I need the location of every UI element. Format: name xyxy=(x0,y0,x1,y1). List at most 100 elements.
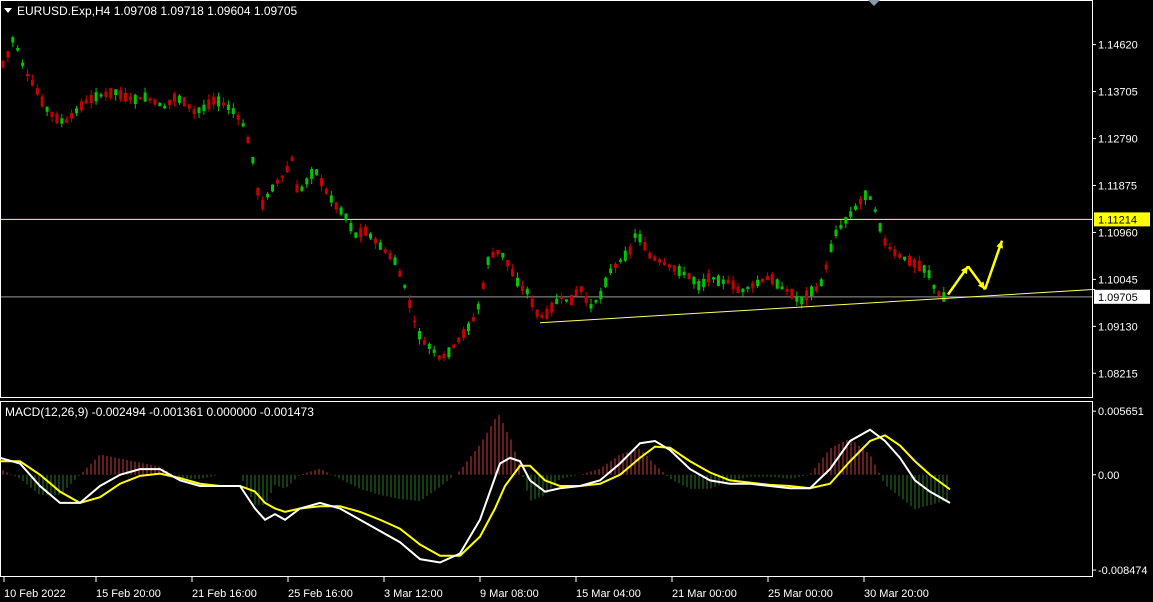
candle-body xyxy=(30,79,34,86)
candle-body xyxy=(589,304,593,309)
candle-body xyxy=(805,290,809,301)
candle-body xyxy=(814,286,818,292)
candle-body xyxy=(932,284,936,289)
candle-body xyxy=(844,217,848,224)
candle-body xyxy=(476,303,480,310)
candle-body xyxy=(716,275,720,286)
candle-body xyxy=(89,94,93,104)
candle-body xyxy=(555,298,559,304)
candle-body xyxy=(462,329,466,338)
candle-body xyxy=(839,224,843,229)
candle-body xyxy=(408,300,412,308)
candle-body xyxy=(305,178,309,185)
candle-body xyxy=(467,323,470,332)
candle-body xyxy=(614,263,617,268)
candle-body xyxy=(520,285,524,291)
candle-body xyxy=(119,90,123,100)
candle-body xyxy=(378,242,382,250)
candle-body xyxy=(40,96,44,107)
candle-body xyxy=(878,223,882,232)
candle-body xyxy=(682,271,686,276)
projection-arrow-segment[interactable] xyxy=(983,240,1004,290)
candle-body xyxy=(124,92,127,102)
candle-body xyxy=(707,273,711,283)
candle-body xyxy=(99,94,103,97)
candle-body xyxy=(290,157,294,162)
candle-body xyxy=(413,320,417,323)
time-tick-label: 15 Mar 04:00 xyxy=(576,588,641,600)
candle-body xyxy=(437,355,441,360)
candle-body xyxy=(584,295,588,303)
candle-body xyxy=(471,317,475,322)
triangle-down-icon[interactable] xyxy=(4,8,12,13)
candle-body xyxy=(917,260,921,271)
candle-body xyxy=(883,238,887,246)
candle-body xyxy=(422,340,426,345)
candle-body xyxy=(1,60,5,68)
candle-body xyxy=(45,107,49,112)
candle-body xyxy=(280,175,284,178)
candle-body xyxy=(364,226,368,236)
candle-body xyxy=(359,227,363,238)
candle-body xyxy=(927,270,931,279)
candle-body xyxy=(231,108,235,114)
candle-body xyxy=(324,189,328,194)
price-plot[interactable] xyxy=(1,35,1096,362)
candle-body xyxy=(369,233,372,239)
candle-body xyxy=(310,168,314,179)
candle-body xyxy=(765,275,769,281)
time-tick-label: 25 Feb 16:00 xyxy=(288,588,353,600)
candle-body xyxy=(746,286,750,289)
macd-plot[interactable] xyxy=(0,415,951,564)
candle-body xyxy=(246,136,250,144)
time-tick-label: 10 Feb 2022 xyxy=(4,588,66,600)
candle-body xyxy=(687,273,691,280)
candle-body xyxy=(618,259,622,262)
candle-body xyxy=(540,314,544,318)
price-tick-label: 1.10960 xyxy=(1098,227,1138,239)
candle-body xyxy=(236,114,240,120)
candle-body xyxy=(574,289,578,296)
support-trendline[interactable] xyxy=(539,288,1096,324)
candle-body xyxy=(658,259,662,263)
price-tick-label: 1.13705 xyxy=(1098,87,1138,99)
candle-body xyxy=(55,113,59,124)
arrow-head-icon xyxy=(996,240,1003,249)
candle-body xyxy=(565,299,568,302)
candle-body xyxy=(751,283,755,288)
candle-body xyxy=(663,262,666,265)
candle-body xyxy=(849,211,853,217)
macd-header: MACD(12,26,9) -0.002494 -0.001361 0.0000… xyxy=(5,405,314,419)
candle-body xyxy=(834,229,838,237)
candle-body xyxy=(104,91,108,97)
candle-body xyxy=(525,288,529,295)
candle-body xyxy=(442,354,446,359)
candle-body xyxy=(775,279,779,289)
candle-body xyxy=(545,308,549,319)
level-price-label: 1.11214 xyxy=(1098,214,1137,226)
candle-body xyxy=(217,96,221,107)
candle-body xyxy=(863,190,867,201)
candle-body xyxy=(873,209,877,212)
current-price-label: 1.09705 xyxy=(1098,292,1138,304)
candle-body xyxy=(349,223,353,232)
candle-body xyxy=(599,290,603,300)
candle-body xyxy=(579,286,583,293)
candle-body xyxy=(908,255,911,266)
candle-body xyxy=(785,288,789,292)
time-tick-label: 9 Mar 08:00 xyxy=(480,588,539,600)
candle-body xyxy=(158,102,162,107)
candle-body xyxy=(868,196,872,200)
trading-chart[interactable]: 1.14620 1.13705 1.12790 1.11875 1.10960 1.100… xyxy=(0,0,1153,602)
candle-body xyxy=(427,343,431,349)
candle-body xyxy=(256,188,260,196)
candle-body xyxy=(329,195,333,203)
candle-body xyxy=(677,266,681,276)
candle-body xyxy=(653,256,657,261)
candle-body xyxy=(491,251,495,258)
candle-body xyxy=(334,202,338,210)
candle-body xyxy=(854,205,858,210)
candle-body xyxy=(780,286,784,290)
candle-body xyxy=(569,294,573,306)
scroll-marker-icon[interactable] xyxy=(868,0,880,6)
